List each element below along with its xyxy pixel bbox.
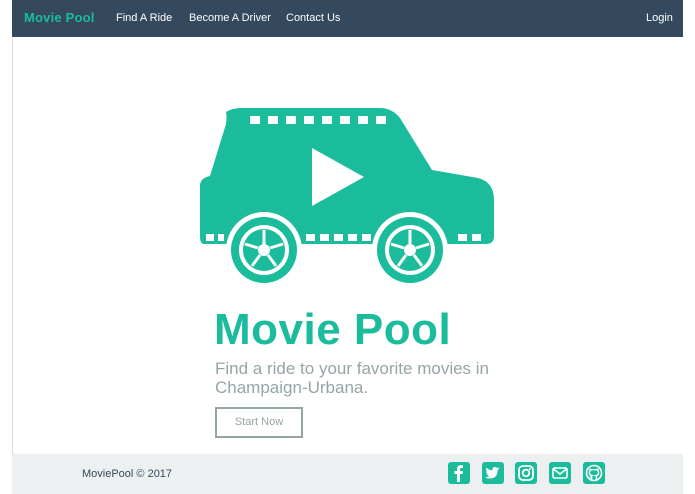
hero-title: Movie Pool — [214, 305, 452, 354]
nav-link-login[interactable]: Login — [646, 12, 673, 24]
hero-subtitle: Find a ride to your favorite movies in C… — [215, 359, 490, 397]
footer: MoviePool © 2017 — [12, 454, 683, 494]
left-edge-divider — [12, 38, 13, 454]
start-now-button[interactable]: Start Now — [215, 407, 303, 438]
nav-link-contact-us[interactable]: Contact Us — [286, 12, 340, 24]
brand-logo-link[interactable]: Movie Pool — [24, 10, 95, 25]
nav-link-find-a-ride[interactable]: Find A Ride — [116, 12, 172, 24]
facebook-icon[interactable] — [448, 462, 470, 484]
twitter-icon[interactable] — [482, 462, 504, 484]
page: Movie Pool Find A Ride Become A Driver C… — [0, 0, 695, 494]
movie-car-icon — [200, 108, 494, 288]
nav-link-become-a-driver[interactable]: Become A Driver — [189, 12, 271, 24]
instagram-icon[interactable] — [515, 462, 537, 484]
left-edge — [0, 0, 12, 494]
footer-copyright: MoviePool © 2017 — [82, 468, 173, 480]
github-icon[interactable] — [583, 462, 605, 484]
navbar: Movie Pool Find A Ride Become A Driver C… — [12, 0, 683, 37]
email-icon[interactable] — [549, 462, 571, 484]
